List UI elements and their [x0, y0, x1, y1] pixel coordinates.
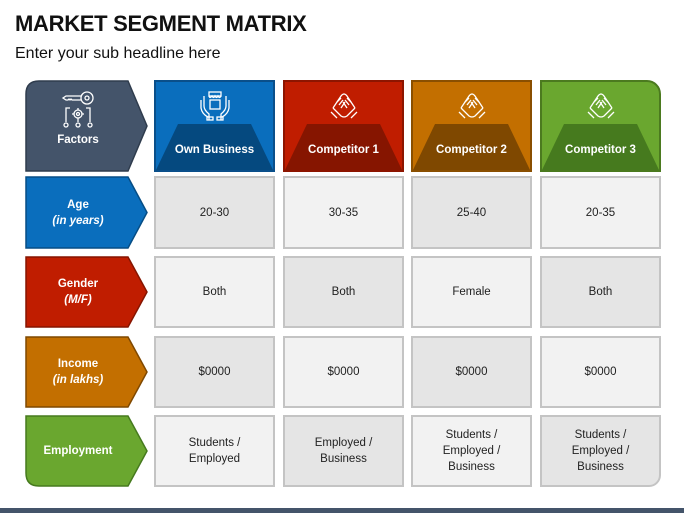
column-header-label: Own Business: [174, 144, 255, 156]
column-header-label: Competitor 2: [436, 144, 507, 156]
cell-gender-competitor-2: Female: [411, 256, 532, 328]
cell-employment-competitor-2: Students / Employed / Business: [411, 415, 532, 487]
cell-employment-own-business: Students / Employed: [154, 415, 275, 487]
page-title: MARKET SEGMENT MATRIX: [15, 11, 307, 36]
row-label-text: Employment: [43, 445, 113, 457]
row-label-income: Income (in lakhs): [25, 336, 148, 408]
row-label-text: Income: [57, 358, 99, 370]
row-label-subtext: (in years): [52, 214, 104, 227]
handshake-icon: [458, 93, 485, 119]
cell-gender-competitor-1: Both: [283, 256, 404, 328]
column-header-competitor-1: Competitor 1: [283, 80, 404, 172]
column-header-label: Competitor 3: [565, 144, 636, 156]
handshake-icon: [587, 93, 614, 119]
row-label-gender: Gender (M/F): [25, 256, 148, 328]
page-subtitle: Enter your sub headline here: [15, 45, 221, 62]
cell-age-own-business: 20-30: [154, 176, 275, 249]
cell-income-own-business: $0000: [154, 336, 275, 408]
row-label-subtext: (M/F): [64, 294, 92, 306]
cell-age-competitor-3: 20-35: [540, 176, 661, 249]
column-header-competitor-3: Competitor 3: [540, 80, 661, 172]
row-label-text: Gender: [57, 278, 99, 290]
row-label-employment: Employment: [25, 415, 148, 487]
hands-holding-shop-icon: [199, 91, 230, 121]
row-label-subtext: (in lakhs): [52, 374, 104, 386]
cell-income-competitor-2: $0000: [411, 336, 532, 408]
cell-employment-competitor-3: Students / Employed / Business: [540, 415, 661, 487]
column-header-competitor-2: Competitor 2: [411, 80, 532, 172]
row-label-text: Age: [67, 198, 89, 211]
cell-age-competitor-2: 25-40: [411, 176, 532, 249]
column-header-label: Competitor 1: [308, 144, 379, 156]
handshake-icon: [330, 93, 357, 119]
cell-employment-competitor-1: Employed / Business: [283, 415, 404, 487]
row-label-age: Age (in years): [25, 176, 148, 249]
cell-gender-competitor-3: Both: [540, 256, 661, 328]
column-header-own-business: Own Business: [154, 80, 275, 172]
key-gear-network-icon: [61, 91, 94, 128]
factors-text: Factors: [57, 134, 99, 146]
cell-income-competitor-3: $0000: [540, 336, 661, 408]
cell-income-competitor-1: $0000: [283, 336, 404, 408]
footer-bar: [0, 508, 684, 513]
cell-gender-own-business: Both: [154, 256, 275, 328]
factors-label: Factors: [25, 80, 148, 172]
cell-age-competitor-1: 30-35: [283, 176, 404, 249]
